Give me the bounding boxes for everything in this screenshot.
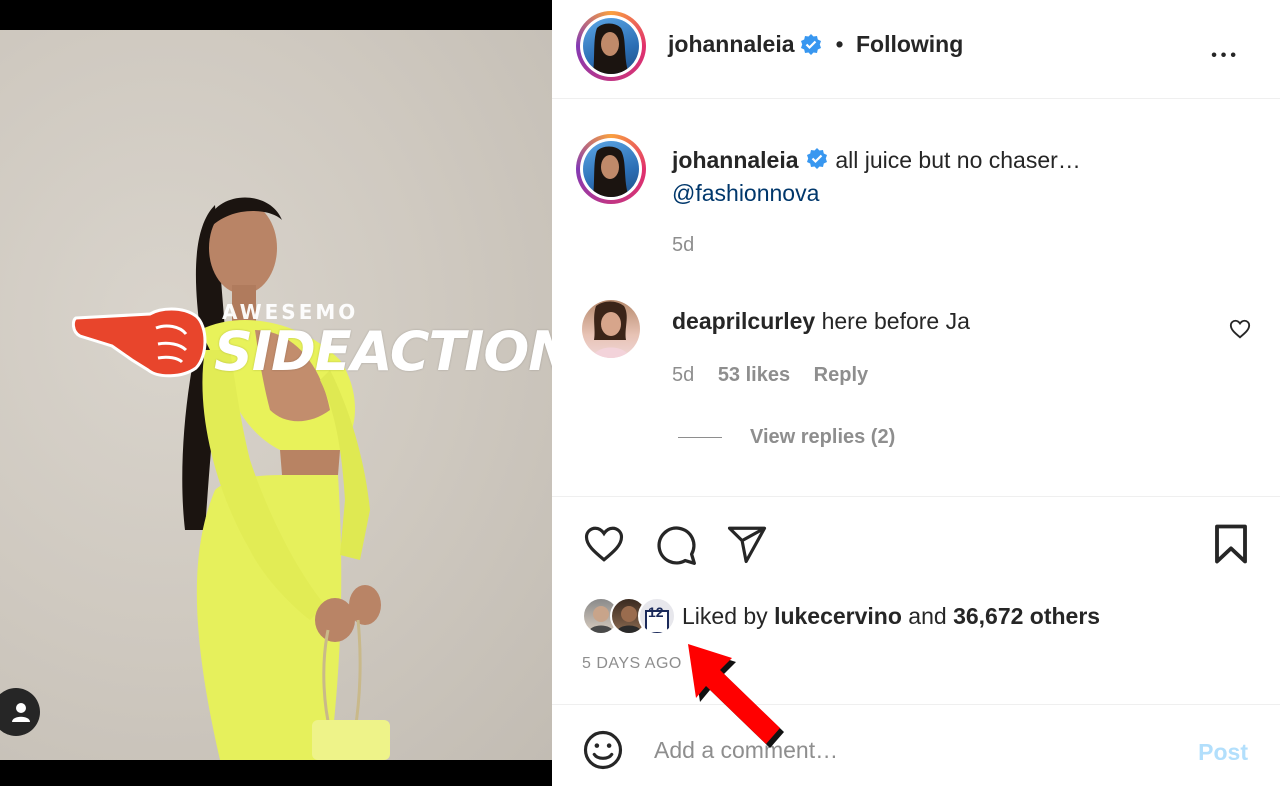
comment-like-heart-icon[interactable] (1229, 318, 1251, 340)
comment-username[interactable]: deaprilcurley (672, 308, 815, 334)
caption-mention-link[interactable]: @fashionnova (672, 180, 819, 206)
verified-icon (806, 147, 827, 169)
post-header: johannaleia • Following ••• (552, 0, 1280, 99)
watermark-bottom-text: SIDEACTION (214, 320, 552, 383)
post-photo[interactable]: AWESEMO SIDEACTION (0, 30, 552, 760)
bookmark-icon[interactable] (1212, 523, 1250, 565)
author-username[interactable]: johannaleia (668, 31, 795, 57)
post-timestamp[interactable]: 5 DAYS AGO (582, 655, 682, 673)
ellipsis-icon: ••• (1211, 47, 1240, 64)
replies-divider (678, 437, 722, 438)
liker-avatar[interactable]: 12 (638, 597, 676, 635)
emoji-icon[interactable] (582, 729, 624, 771)
add-comment-bar: Post (552, 704, 1280, 787)
heart-icon[interactable] (582, 523, 626, 565)
likes-prefix: Liked by (682, 603, 768, 629)
photo-illustration (182, 197, 390, 760)
verified-icon (801, 33, 821, 55)
jersey-number: 12 (648, 604, 664, 620)
comment-likes[interactable]: 53 likes (718, 364, 790, 386)
action-bar: 12 Liked by lukecervino and 36,672 other… (552, 496, 1280, 705)
comment-text-row: deaprilcurley here before Ja (672, 308, 970, 335)
likes-count-button[interactable]: 36,672 others (953, 603, 1100, 629)
share-icon[interactable] (726, 523, 768, 565)
comment-text: here before Ja (821, 308, 970, 334)
more-options-button[interactable]: ••• (1211, 34, 1240, 68)
likes-middle: and (908, 603, 947, 629)
author-avatar[interactable] (576, 11, 646, 81)
annotation-arrow-icon (688, 644, 784, 748)
liker-username[interactable]: lukecervino (774, 603, 902, 629)
caption-text-block: johannaleia all juice but no chaser… @fa… (672, 144, 1232, 210)
pointing-hand-icon (72, 307, 207, 378)
comment-meta: 5d 53 likes Reply (672, 364, 868, 387)
person-icon (12, 703, 30, 722)
separator-dot: • (835, 31, 844, 57)
caption-username[interactable]: johannaleia (672, 147, 799, 173)
caption-body: all juice but no chaser… (835, 147, 1081, 173)
header-title-row: johannaleia • Following (668, 31, 963, 58)
post-media[interactable]: AWESEMO SIDEACTION (0, 0, 552, 786)
comment-icon[interactable] (654, 523, 698, 567)
post-details-panel: johannaleia • Following ••• johannaleia (552, 0, 1280, 786)
watermark: AWESEMO SIDEACTION (72, 298, 552, 388)
caption-time[interactable]: 5d (672, 234, 694, 257)
comment-time[interactable]: 5d (672, 364, 694, 386)
view-replies-button[interactable]: View replies (2) (750, 426, 895, 449)
post-comment-button[interactable]: Post (1198, 739, 1248, 766)
likes-summary: Liked by lukecervino and 36,672 others (682, 603, 1100, 630)
caption-author-avatar[interactable] (576, 134, 646, 204)
comment-reply-button[interactable]: Reply (814, 364, 868, 386)
following-button[interactable]: Following (856, 31, 963, 57)
commenter-avatar[interactable] (582, 300, 640, 358)
